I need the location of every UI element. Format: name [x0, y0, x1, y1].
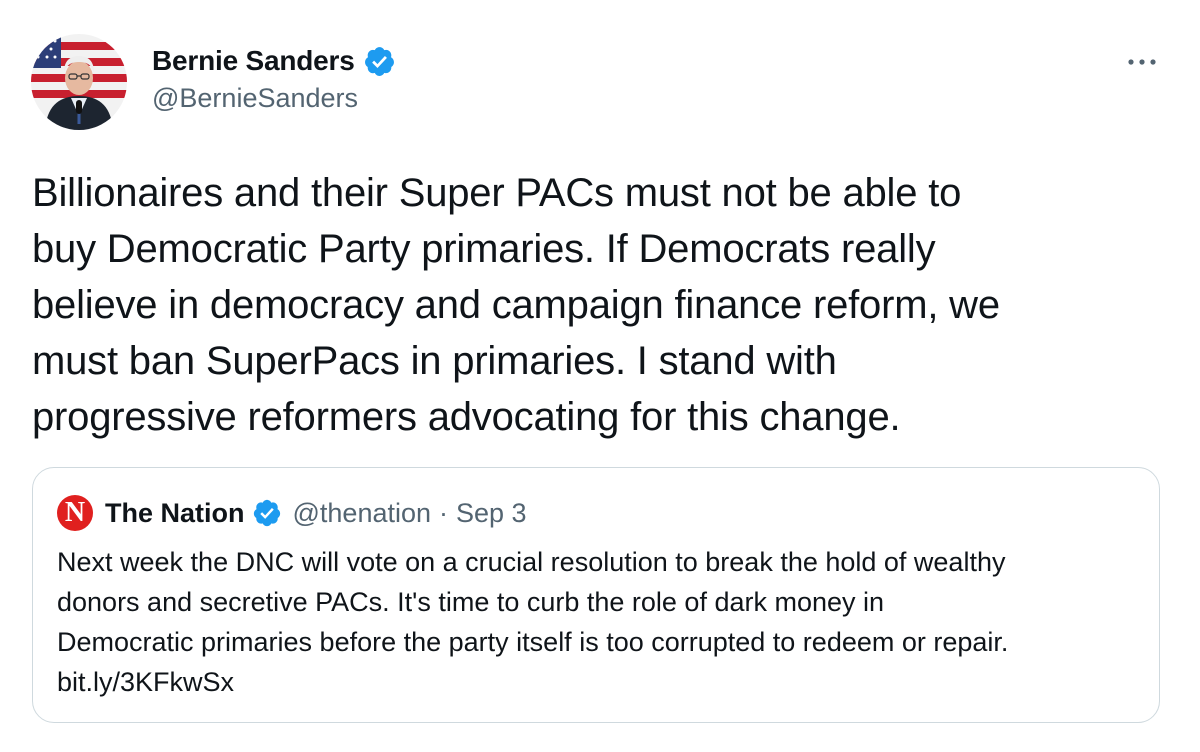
quoted-tweet-link[interactable]: bit.ly/3KFkwSx — [57, 667, 234, 697]
quoted-tweet[interactable]: N The Nation @thenation · Sep 3 Next wee… — [32, 467, 1160, 723]
the-nation-logo[interactable]: N — [57, 495, 93, 531]
quoted-tweet-header: N The Nation @thenation · Sep 3 — [57, 494, 527, 532]
quoted-tweet-text: Next week the DNC will vote on a crucial… — [57, 547, 1009, 657]
avatar-image — [31, 34, 127, 130]
author-name[interactable]: Bernie Sanders — [152, 45, 355, 77]
header-separator: · — [439, 497, 449, 528]
quoted-tweet-text-block: Next week the DNC will vote on a crucial… — [57, 542, 1147, 702]
more-horizontal-icon — [1128, 59, 1156, 65]
quoted-tweet-date[interactable]: Sep 3 — [456, 498, 527, 529]
quoted-author-handle[interactable]: @thenation — [293, 498, 432, 529]
author-name-row: Bernie Sanders — [152, 42, 396, 80]
quoted-author-name[interactable]: The Nation — [105, 498, 245, 529]
verified-badge-icon — [364, 46, 394, 76]
verified-badge-icon — [253, 499, 280, 527]
more-options-button[interactable] — [1122, 44, 1162, 80]
tweet-card: Bernie Sanders @BernieSanders Billionair… — [0, 0, 1200, 752]
tweet-text: Billionaires and their Super PACs must n… — [32, 171, 1000, 439]
author-handle[interactable]: @BernieSanders — [152, 83, 358, 114]
the-nation-logo-letter: N — [64, 497, 86, 528]
avatar[interactable] — [31, 34, 127, 130]
